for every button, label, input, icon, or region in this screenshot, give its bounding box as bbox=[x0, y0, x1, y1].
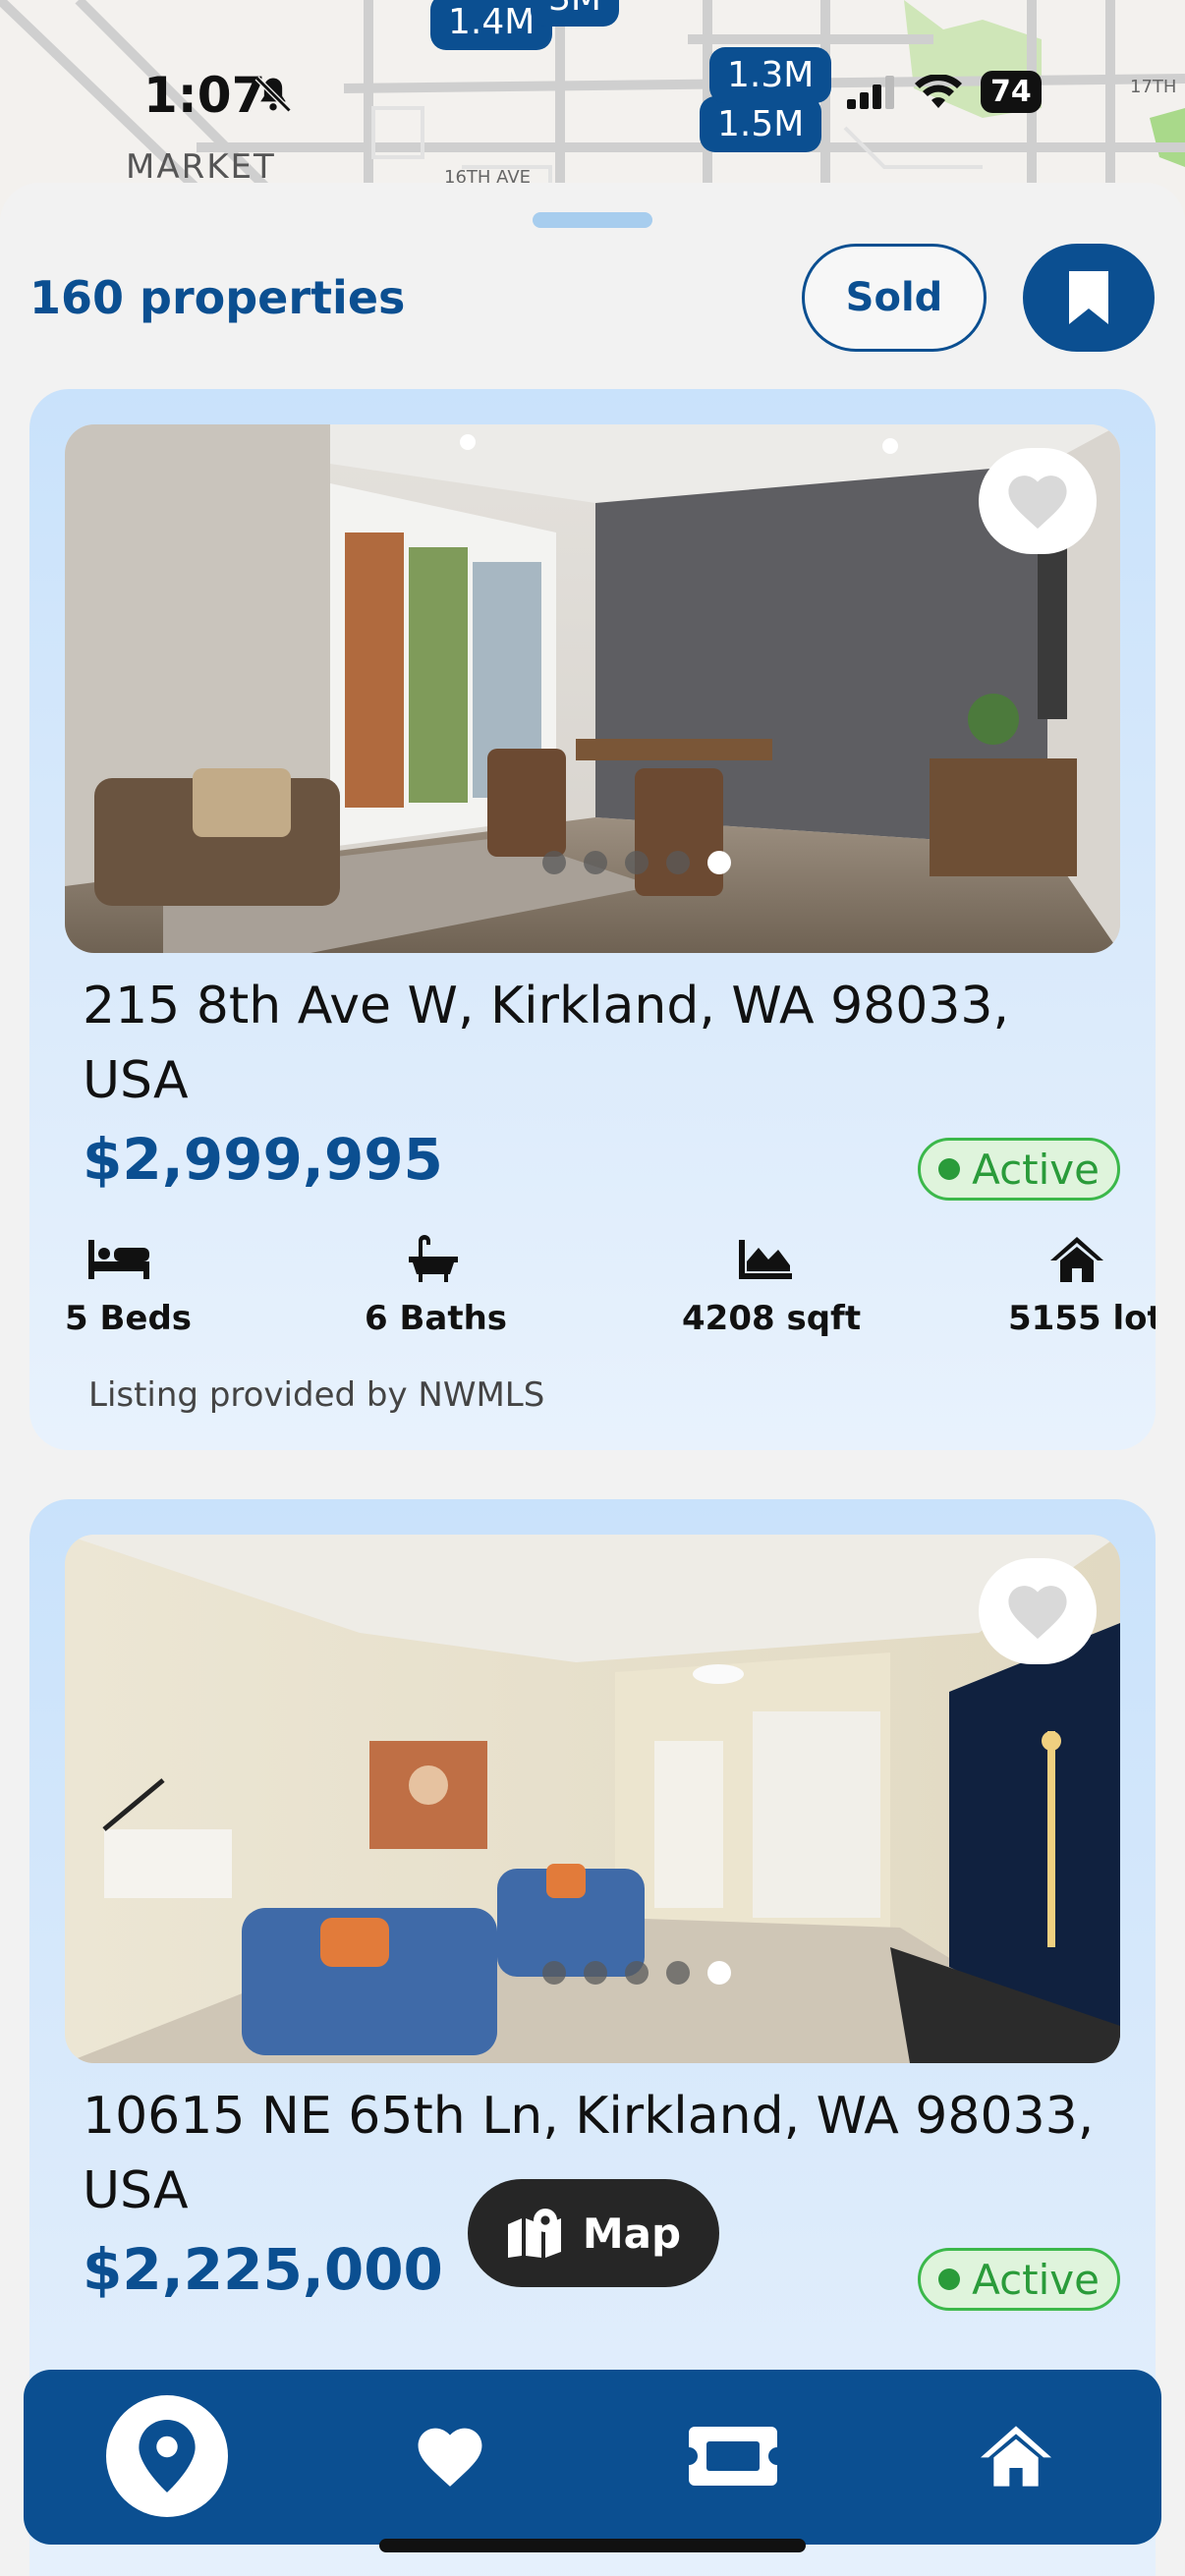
sold-filter-button[interactable]: Sold bbox=[802, 244, 987, 352]
map-icon bbox=[507, 2209, 561, 2258]
lot-label: 5155 lot bbox=[1008, 1299, 1156, 1338]
heart-icon bbox=[1008, 1586, 1067, 1640]
map-price-pin[interactable]: 1.5M bbox=[700, 96, 822, 152]
area-chart-icon bbox=[739, 1240, 792, 1279]
bookmark-icon bbox=[1069, 271, 1108, 324]
status-dot bbox=[938, 2268, 961, 2290]
beds-stat: 5 Beds bbox=[65, 1232, 193, 1338]
heart-icon bbox=[1008, 476, 1067, 530]
home-icon bbox=[981, 2426, 1051, 2487]
map-pin-icon bbox=[139, 2420, 196, 2492]
carousel-dot bbox=[666, 851, 690, 874]
listing-price: $2,999,995 bbox=[83, 1126, 443, 1193]
bottom-tab-bar bbox=[24, 2370, 1161, 2545]
lot-stat: 5155 lot bbox=[1008, 1232, 1156, 1338]
photo-carousel-dots bbox=[65, 851, 1120, 874]
map-street-label: 17TH bbox=[1130, 77, 1177, 97]
status-indicators: 74 bbox=[847, 71, 1042, 113]
photo-carousel-dots bbox=[65, 1961, 1120, 1985]
beds-label: 5 Beds bbox=[65, 1299, 193, 1338]
map-button-label: Map bbox=[582, 2209, 682, 2258]
listing-address: 215 8th Ave W, Kirkland, WA 98033, USA bbox=[83, 977, 1010, 1110]
status-time: 1:07 bbox=[143, 67, 266, 124]
sheet-grabber[interactable] bbox=[533, 212, 652, 228]
wifi-icon bbox=[915, 74, 962, 108]
tab-home[interactable] bbox=[955, 2395, 1077, 2517]
carousel-dot-active bbox=[707, 851, 731, 874]
favorite-button[interactable] bbox=[979, 448, 1097, 554]
house-icon bbox=[1050, 1237, 1103, 1282]
map-area-label: MARKET bbox=[126, 147, 276, 187]
baths-stat: 6 Baths bbox=[365, 1232, 508, 1338]
carousel-dot bbox=[584, 851, 607, 874]
bathtub-icon bbox=[409, 1235, 458, 1282]
status-label: Active bbox=[972, 1145, 1100, 1194]
baths-label: 6 Baths bbox=[365, 1299, 508, 1338]
show-map-button[interactable]: Map bbox=[468, 2179, 719, 2287]
sqft-stat: 4208 sqft bbox=[682, 1232, 862, 1338]
heart-icon bbox=[418, 2428, 482, 2487]
cellular-signal-icon bbox=[847, 75, 894, 109]
carousel-dot bbox=[542, 851, 566, 874]
status-badge: Active bbox=[918, 2248, 1120, 2311]
carousel-dot bbox=[666, 1961, 690, 1985]
saved-searches-button[interactable] bbox=[1023, 244, 1155, 352]
property-count: 160 properties bbox=[29, 271, 406, 324]
carousel-dot bbox=[542, 1961, 566, 1985]
tab-map-search[interactable] bbox=[106, 2395, 228, 2517]
carousel-dot bbox=[584, 1961, 607, 1985]
status-label: Active bbox=[972, 2255, 1100, 2304]
listing-provider: Listing provided by NWMLS bbox=[88, 1375, 545, 1415]
listing-card[interactable]: 215 8th Ave W, Kirkland, WA 98033, USA $… bbox=[29, 389, 1156, 1450]
listing-photo[interactable] bbox=[65, 424, 1120, 953]
home-indicator bbox=[379, 2539, 806, 2552]
favorite-button[interactable] bbox=[979, 1558, 1097, 1664]
sqft-label: 4208 sqft bbox=[682, 1299, 862, 1338]
carousel-dot bbox=[625, 851, 649, 874]
battery-indicator: 74 bbox=[981, 71, 1042, 113]
carousel-dot bbox=[625, 1961, 649, 1985]
status-badge: Active bbox=[918, 1138, 1120, 1201]
map-price-pin[interactable]: 1.3M bbox=[709, 47, 832, 103]
tab-tours[interactable] bbox=[672, 2395, 794, 2517]
bed-icon bbox=[88, 1240, 149, 1279]
tab-favorites[interactable] bbox=[389, 2395, 511, 2517]
listing-stats: 5 Beds 6 Baths 4208 sqft 5155 lot bbox=[65, 1232, 1156, 1340]
map-price-pin[interactable]: 3M bbox=[531, 0, 619, 27]
listing-price: $2,225,000 bbox=[83, 2236, 443, 2303]
listing-photo[interactable] bbox=[65, 1535, 1120, 2063]
bell-slash-icon bbox=[252, 73, 295, 121]
status-dot bbox=[938, 1158, 961, 1180]
carousel-dot-active bbox=[707, 1961, 731, 1985]
ticket-icon bbox=[689, 2427, 777, 2486]
